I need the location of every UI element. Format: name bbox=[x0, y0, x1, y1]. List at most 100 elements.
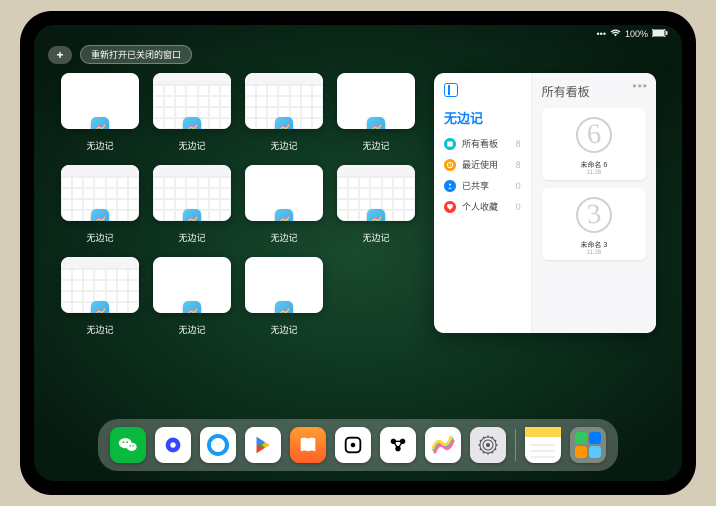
window-preview bbox=[153, 257, 231, 313]
sidebar-item[interactable]: 个人收藏 0 bbox=[444, 196, 521, 217]
board-time: 11:28 bbox=[546, 170, 642, 176]
sidebar-item-label: 最近使用 bbox=[462, 158, 498, 171]
app-switcher-grid: 无边记无边记无边记无边记无边记无边记无边记无边记无边记无边记无边记 bbox=[60, 73, 416, 417]
board-name: 未命名 6 bbox=[546, 160, 642, 170]
freeform-app-icon bbox=[275, 209, 293, 221]
board-card[interactable]: 3 未命名 3 11:28 bbox=[542, 188, 646, 260]
sidebar-item-label: 个人收藏 bbox=[462, 200, 498, 213]
dock-app-wechat[interactable] bbox=[110, 427, 146, 463]
panel-left: 无边记 所有看板 8 最近使用 8 已共享 0 个人收藏 0 bbox=[434, 73, 532, 333]
window-label: 无边记 bbox=[86, 323, 113, 336]
freeform-app-icon bbox=[183, 301, 201, 313]
add-window-button[interactable]: + bbox=[48, 46, 72, 64]
window-preview bbox=[245, 257, 323, 313]
sidebar-item-count: 0 bbox=[516, 202, 521, 212]
window-thumb[interactable]: 无边记 bbox=[152, 257, 232, 337]
ipad-frame: ••• 100% + 重新打开已关闭的窗口 无边记无边记无边记无边记无边记无边记… bbox=[20, 11, 696, 495]
sidebar-item-label: 所有看板 bbox=[462, 137, 498, 150]
dock-app-quark[interactable] bbox=[155, 427, 191, 463]
signal-icon: ••• bbox=[597, 29, 606, 39]
window-preview bbox=[245, 165, 323, 221]
window-thumb[interactable]: 无边记 bbox=[336, 73, 416, 153]
preview-window[interactable]: 无边记 所有看板 8 最近使用 8 已共享 0 个人收藏 0 ••• 所有看板 6 未命名 6… bbox=[434, 73, 656, 333]
status-bar: ••• 100% bbox=[34, 25, 682, 43]
window-label: 无边记 bbox=[86, 231, 113, 244]
status-right: ••• 100% bbox=[597, 29, 668, 39]
reopen-label: 重新打开已关闭的窗口 bbox=[91, 50, 181, 60]
window-thumb[interactable]: 无边记 bbox=[152, 73, 232, 153]
window-preview bbox=[61, 165, 139, 221]
sidebar-item-count: 0 bbox=[516, 181, 521, 191]
panel-left-title: 无边记 bbox=[444, 108, 521, 127]
top-controls: + 重新打开已关闭的窗口 bbox=[48, 45, 192, 64]
board-preview: 3 bbox=[546, 192, 642, 238]
window-preview bbox=[153, 165, 231, 221]
window-label: 无边记 bbox=[270, 231, 297, 244]
content-area: 无边记无边记无边记无边记无边记无边记无边记无边记无边记无边记无边记 无边记 所有… bbox=[60, 73, 656, 417]
sidebar-toggle-icon[interactable] bbox=[444, 83, 458, 97]
window-label: 无边记 bbox=[86, 139, 113, 152]
freeform-app-icon bbox=[275, 301, 293, 313]
sidebar-item-count: 8 bbox=[516, 160, 521, 170]
window-thumb[interactable]: 无边记 bbox=[152, 165, 232, 245]
screen: ••• 100% + 重新打开已关闭的窗口 无边记无边记无边记无边记无边记无边记… bbox=[34, 25, 682, 481]
freeform-app-icon bbox=[275, 117, 293, 129]
window-preview bbox=[245, 73, 323, 129]
dock-app-notes[interactable] bbox=[525, 427, 561, 463]
window-thumb[interactable]: 无边记 bbox=[60, 165, 140, 245]
window-thumb[interactable]: 无边记 bbox=[60, 257, 140, 337]
window-preview bbox=[337, 165, 415, 221]
reopen-closed-window-button[interactable]: 重新打开已关闭的窗口 bbox=[80, 45, 192, 64]
freeform-app-icon bbox=[367, 117, 385, 129]
wifi-icon bbox=[610, 29, 621, 39]
sidebar-item-icon bbox=[444, 159, 456, 171]
freeform-app-icon bbox=[183, 117, 201, 129]
window-thumb[interactable]: 无边记 bbox=[336, 165, 416, 245]
boards-wrap: 6 未命名 6 11:283 未命名 3 11:28 bbox=[542, 108, 646, 260]
window-label: 无边记 bbox=[178, 323, 205, 336]
window-label: 无边记 bbox=[362, 231, 389, 244]
dock-app-browser[interactable] bbox=[200, 427, 236, 463]
sidebar-item[interactable]: 所有看板 8 bbox=[444, 133, 521, 154]
board-time: 11:28 bbox=[546, 250, 642, 256]
window-thumb[interactable]: 无边记 bbox=[244, 73, 324, 153]
freeform-app-icon bbox=[183, 209, 201, 221]
dock-app-library[interactable] bbox=[570, 427, 606, 463]
window-label: 无边记 bbox=[270, 323, 297, 336]
dock-divider bbox=[515, 429, 516, 461]
window-label: 无边记 bbox=[270, 139, 297, 152]
more-icon[interactable]: ••• bbox=[632, 79, 648, 93]
window-preview bbox=[153, 73, 231, 129]
board-name: 未命名 3 bbox=[546, 240, 642, 250]
window-preview bbox=[61, 257, 139, 313]
sidebar-item-label: 已共享 bbox=[462, 179, 489, 192]
sidebar-item[interactable]: 最近使用 8 bbox=[444, 154, 521, 175]
window-thumb[interactable]: 无边记 bbox=[244, 257, 324, 337]
freeform-app-icon bbox=[91, 117, 109, 129]
dock-app-books[interactable] bbox=[290, 427, 326, 463]
window-label: 无边记 bbox=[178, 231, 205, 244]
sidebar-item-count: 8 bbox=[516, 139, 521, 149]
panel-right: ••• 所有看板 6 未命名 6 11:283 未命名 3 11:28 bbox=[532, 73, 656, 333]
sidebar-item[interactable]: 已共享 0 bbox=[444, 175, 521, 196]
dock-app-play[interactable] bbox=[245, 427, 281, 463]
window-preview bbox=[337, 73, 415, 129]
window-preview bbox=[61, 73, 139, 129]
panel-right-title: 所有看板 bbox=[542, 83, 646, 100]
window-label: 无边记 bbox=[178, 139, 205, 152]
sidebar-item-icon bbox=[444, 180, 456, 192]
sidebar-item-icon bbox=[444, 201, 456, 213]
board-preview: 6 bbox=[546, 112, 642, 158]
board-card[interactable]: 6 未命名 6 11:28 bbox=[542, 108, 646, 180]
sidebar-list: 所有看板 8 最近使用 8 已共享 0 个人收藏 0 bbox=[444, 133, 521, 217]
dock-app-camera[interactable] bbox=[380, 427, 416, 463]
window-thumb[interactable]: 无边记 bbox=[244, 165, 324, 245]
dock-app-dice[interactable] bbox=[335, 427, 371, 463]
dock-app-freeform[interactable] bbox=[425, 427, 461, 463]
window-label: 无边记 bbox=[362, 139, 389, 152]
window-thumb[interactable]: 无边记 bbox=[60, 73, 140, 153]
freeform-app-icon bbox=[91, 209, 109, 221]
battery-icon bbox=[652, 29, 668, 39]
dock-app-settings[interactable] bbox=[470, 427, 506, 463]
dock bbox=[98, 419, 618, 471]
